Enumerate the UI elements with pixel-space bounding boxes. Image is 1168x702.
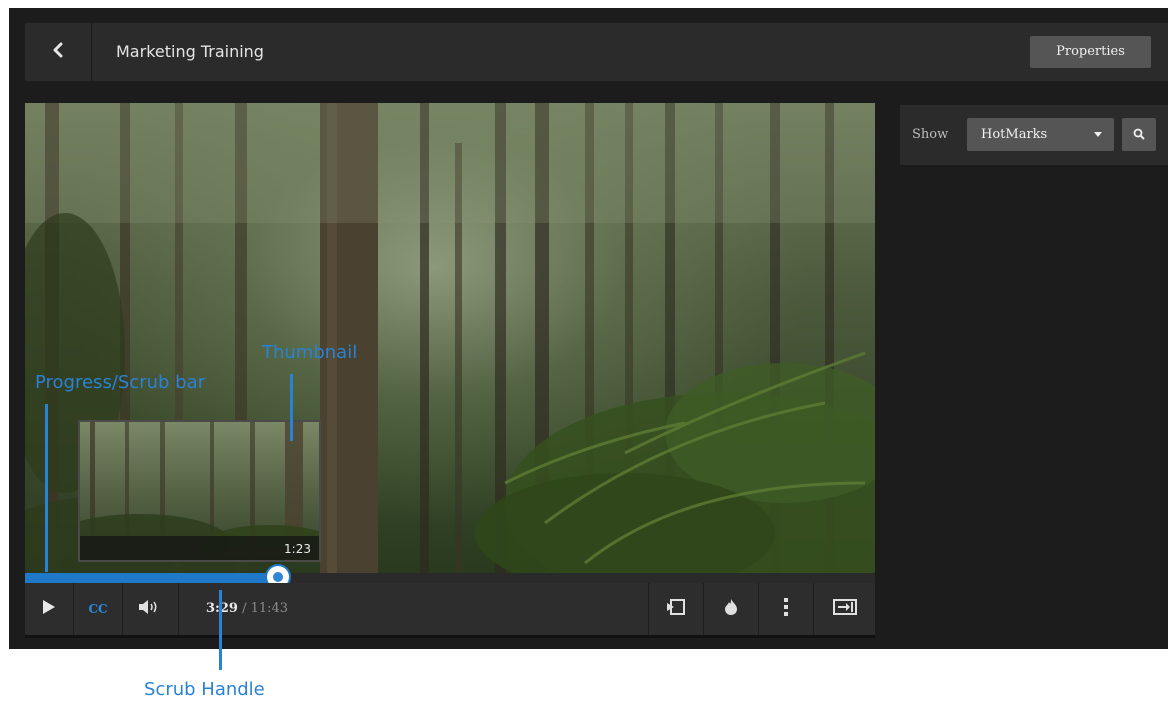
progress-annotation: Progress/Scrub bar bbox=[35, 372, 206, 393]
hotmarks-filter-select[interactable]: HotMarks bbox=[967, 118, 1114, 151]
volume-button[interactable] bbox=[123, 583, 177, 635]
hotmarks-select-value: HotMarks bbox=[981, 127, 1048, 142]
video-title: Marketing Training bbox=[116, 42, 264, 61]
app-window: Marketing Training Properties 1:23 CC / … bbox=[9, 8, 1168, 649]
progress-fill bbox=[25, 573, 278, 583]
hotmark-flame-icon bbox=[724, 598, 738, 620]
control-bar: CC 3:29 / 11:43 bbox=[25, 583, 875, 635]
chapters-icon bbox=[666, 598, 686, 620]
cc-icon: CC bbox=[88, 602, 108, 616]
total-time: 11:43 bbox=[250, 601, 289, 616]
divider bbox=[178, 583, 179, 635]
thumbnail-time: 1:23 bbox=[284, 542, 311, 556]
closed-captions-button[interactable]: CC bbox=[74, 583, 122, 635]
play-button[interactable] bbox=[25, 583, 73, 635]
thumbnail-annotation: Thumbnail bbox=[262, 342, 358, 363]
chapters-button[interactable] bbox=[649, 583, 703, 635]
thumbnail-annotation-line bbox=[290, 374, 293, 441]
exit-to-icon bbox=[832, 599, 857, 619]
back-button[interactable] bbox=[25, 23, 92, 81]
volume-icon bbox=[138, 599, 162, 619]
video-player: 1:23 CC / 11:43 bbox=[25, 103, 875, 638]
time-separator: / bbox=[242, 601, 247, 616]
play-icon bbox=[42, 599, 56, 619]
scrub-thumbnail: 1:23 bbox=[78, 420, 321, 562]
handle-annotation: Scrub Handle bbox=[144, 679, 265, 700]
progress-scrub-bar[interactable] bbox=[25, 573, 875, 583]
search-button[interactable] bbox=[1122, 118, 1156, 151]
properties-button[interactable]: Properties bbox=[1030, 36, 1151, 68]
video-frame[interactable]: 1:23 bbox=[25, 103, 875, 573]
handle-annotation-line bbox=[219, 590, 222, 670]
show-label: Show bbox=[912, 127, 949, 142]
search-icon bbox=[1133, 125, 1145, 144]
progress-annotation-line bbox=[45, 404, 48, 572]
more-options-button[interactable] bbox=[759, 583, 813, 635]
fullscreen-button[interactable] bbox=[814, 583, 875, 635]
hotmarks-button[interactable] bbox=[704, 583, 758, 635]
hotmarks-panel: Show HotMarks bbox=[900, 105, 1168, 165]
more-vertical-icon bbox=[783, 597, 789, 621]
chevron-left-icon bbox=[52, 42, 64, 62]
header-bar: Marketing Training Properties bbox=[25, 23, 1168, 81]
caret-down-icon bbox=[1094, 132, 1102, 137]
